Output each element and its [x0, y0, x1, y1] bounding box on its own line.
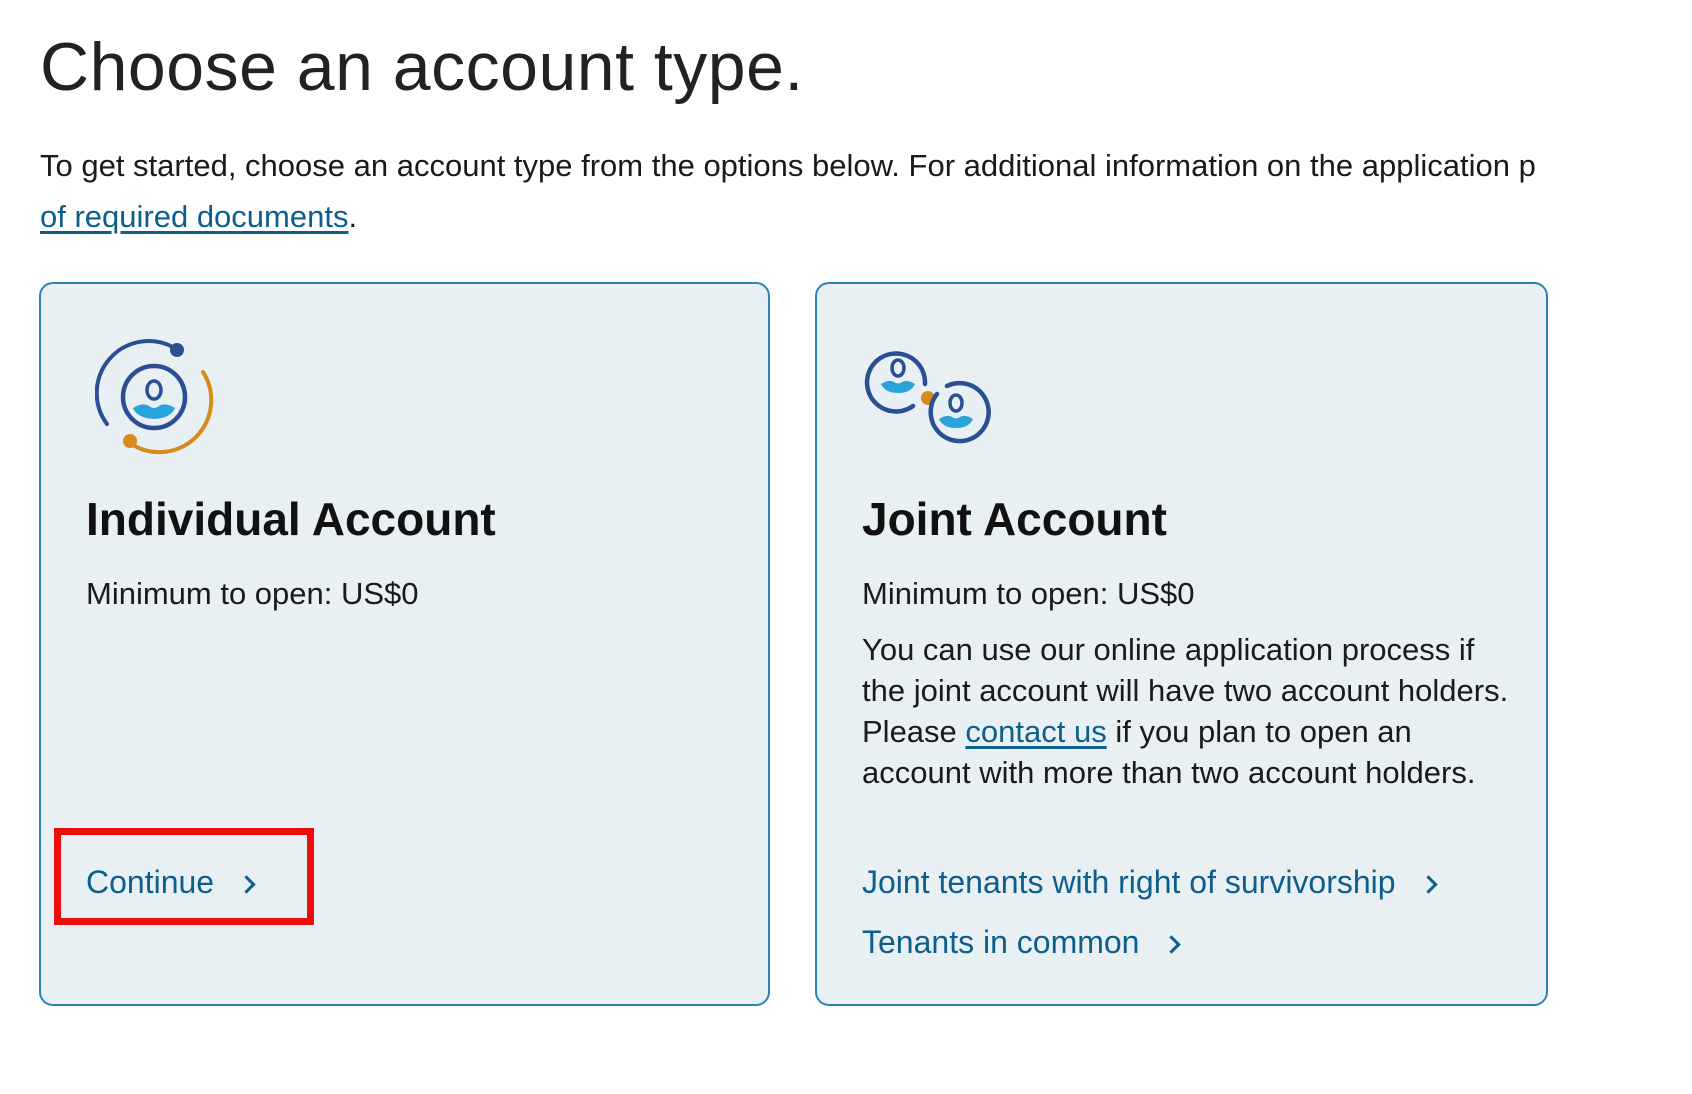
individual-account-card: Individual Account Minimum to open: US$0…	[39, 282, 770, 1006]
individual-minimum-text: Minimum to open: US$0	[86, 576, 419, 611]
joint-account-icon	[864, 351, 991, 444]
continue-label: Continue	[86, 864, 215, 900]
joint-account-title: Joint Account	[862, 493, 1167, 545]
joint-account-card: Joint Account Minimum to open: US$0 You …	[815, 282, 1548, 1006]
joint-description: You can use our online application proce…	[862, 629, 1522, 793]
required-documents-link[interactable]: of required documents	[40, 199, 348, 234]
contact-us-link[interactable]: contact us	[965, 714, 1106, 749]
intro-paragraph: To get started, choose an account type f…	[40, 140, 1692, 242]
chevron-right-icon	[237, 874, 256, 894]
joint-minimum-text: Minimum to open: US$0	[862, 576, 1195, 611]
joint-tenants-survivorship-link[interactable]: Joint tenants with right of survivorship	[862, 864, 1438, 901]
account-type-page: Choose an account type. To get started, …	[0, 0, 1692, 1094]
continue-button[interactable]: Continue	[86, 864, 256, 901]
individual-account-title: Individual Account	[86, 493, 496, 545]
page-title: Choose an account type.	[40, 29, 804, 105]
intro-period: .	[348, 199, 358, 234]
tenants-in-common-label: Tenants in common	[862, 924, 1140, 960]
tenants-in-common-link[interactable]: Tenants in common	[862, 924, 1182, 961]
joint-tenants-survivorship-label: Joint tenants with right of survivorship	[862, 864, 1396, 900]
chevron-right-icon	[1418, 874, 1438, 894]
intro-text: To get started, choose an account type f…	[40, 148, 1536, 183]
chevron-right-icon	[1162, 934, 1182, 954]
individual-account-icon	[95, 339, 214, 455]
